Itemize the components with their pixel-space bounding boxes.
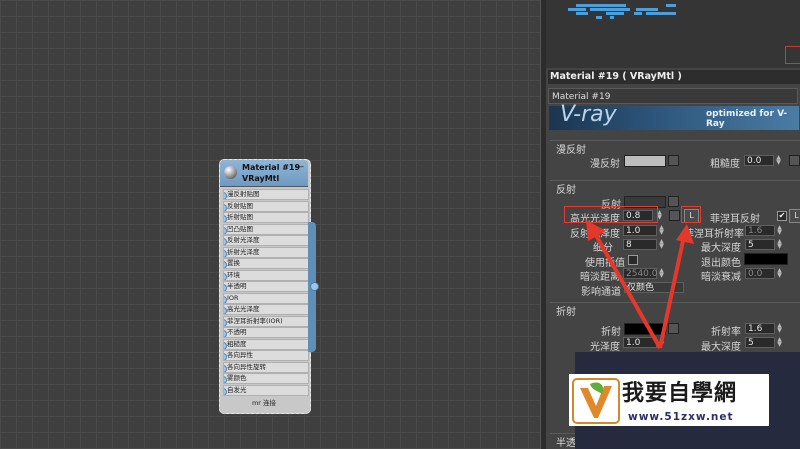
slot-label: 置换 — [227, 259, 240, 267]
node-slot[interactable]: IOR — [223, 292, 309, 304]
navigator-node-marker — [636, 8, 658, 11]
slot-label: IOR — [227, 293, 239, 302]
slot-input-socket[interactable] — [224, 330, 227, 337]
slot-label: 环境 — [227, 270, 240, 279]
slot-input-socket[interactable] — [224, 307, 227, 314]
slot-label: 折射光泽度 — [227, 247, 260, 256]
node-output-socket[interactable] — [310, 282, 319, 291]
navigator-node-marker — [576, 12, 588, 15]
section-reflection-title[interactable]: 反射 — [556, 181, 576, 196]
annotation-arrows — [586, 220, 694, 349]
arrow-head-right — [676, 224, 694, 244]
roughness-spinner[interactable]: ▲ ▼ — [775, 155, 782, 166]
diffuse-color-swatch[interactable] — [624, 155, 666, 167]
node-slot[interactable]: 粗糙度 — [223, 338, 309, 350]
node-slot[interactable]: 凹凸贴图 — [223, 223, 309, 235]
slot-input-socket[interactable] — [224, 376, 227, 383]
node-slot[interactable]: 环境 — [223, 269, 309, 281]
vray-logo: V-ray — [560, 102, 617, 127]
slot-input-socket[interactable] — [224, 238, 227, 245]
node-slot[interactable]: 折射贴图 — [223, 212, 309, 223]
slot-label: 漫反射贴图 — [227, 190, 260, 198]
roughness-field[interactable]: 0.0 — [744, 155, 774, 166]
node-slot[interactable]: 漫反射贴图 — [223, 189, 309, 200]
slot-label: 各向异性 — [227, 351, 253, 359]
navigator-view[interactable] — [546, 0, 800, 68]
node-slot[interactable]: 反射贴图 — [223, 200, 309, 212]
material-title-bar: Material #19 ( VRayMtl ) — [548, 70, 800, 84]
material-node[interactable]: Material #19 VRayMtl — mr 连接 漫反射贴图反射贴图折射… — [219, 159, 311, 414]
navigator-node-marker — [666, 4, 676, 7]
watermark-url: www.51zxw.net — [628, 411, 734, 423]
node-title: Material #19 — [242, 163, 301, 172]
navigator-node-marker — [634, 12, 642, 15]
node-header[interactable]: Material #19 VRayMtl — — [220, 160, 308, 187]
node-slot[interactable]: 菲涅耳折射率(IOR) — [223, 315, 309, 327]
slot-label: 反射光泽度 — [227, 236, 260, 244]
navigator-node-marker — [596, 16, 602, 19]
slot-input-socket[interactable] — [224, 192, 227, 199]
navigator-node-marker — [576, 4, 626, 7]
navigator-frame — [785, 46, 800, 64]
section-divider — [550, 180, 800, 181]
slot-label: 雾颜色 — [227, 374, 247, 382]
node-collapse-button[interactable]: — — [295, 162, 304, 172]
slot-label: 粗糙度 — [227, 339, 247, 348]
slot-input-socket[interactable] — [224, 261, 227, 268]
v-leaf-logo-icon — [572, 378, 620, 424]
node-slot[interactable]: 不透明 — [223, 327, 309, 338]
navigator-node-marker — [568, 8, 586, 11]
node-slot[interactable]: 自发光 — [223, 384, 309, 396]
node-slot[interactable]: 置换 — [223, 258, 309, 269]
slot-label: 折射贴图 — [227, 213, 253, 221]
slot-label: 凹凸贴图 — [227, 224, 253, 233]
slot-label: 自发光 — [227, 385, 247, 394]
navigator-node-marker — [646, 12, 676, 15]
roughness-map-button[interactable] — [789, 155, 800, 166]
arrow-line-left — [591, 229, 662, 349]
diffuse-map-button[interactable] — [668, 155, 679, 166]
node-slot[interactable]: 各向异性 — [223, 350, 309, 361]
diffuse-label: 漫反射 — [590, 159, 620, 170]
slot-label: 菲涅耳折射率(IOR) — [227, 316, 283, 325]
node-slot[interactable]: 反射光泽度 — [223, 235, 309, 246]
slot-input-socket[interactable] — [224, 284, 227, 291]
navigator-node-marker — [610, 16, 614, 19]
vray-tagline: optimized for V-Ray — [706, 109, 788, 129]
roughness-label: 粗糙度 — [710, 159, 740, 170]
section-diffuse-title[interactable]: 漫反射 — [556, 141, 586, 156]
slot-label: 半透明 — [227, 282, 247, 290]
node-slot[interactable]: 雾颜色 — [223, 373, 309, 384]
section-divider — [550, 140, 800, 141]
slot-input-socket[interactable] — [224, 215, 227, 222]
node-slot[interactable]: 半透明 — [223, 281, 309, 292]
slot-label: 反射贴图 — [227, 201, 253, 210]
slot-label: 不透明 — [227, 328, 247, 336]
node-slot[interactable]: 高光光泽度 — [223, 304, 309, 315]
node-footer: mr 连接 — [251, 399, 277, 407]
node-type: VRayMtl — [242, 174, 280, 183]
material-sphere-icon — [224, 166, 237, 179]
node-slot[interactable]: 各向异性旋转 — [223, 361, 309, 373]
watermark-text: 我要自學網 — [622, 381, 738, 406]
slot-label: 高光光泽度 — [227, 305, 260, 313]
slot-label: 各向异性旋转 — [227, 362, 266, 371]
navigator-node-marker — [606, 12, 624, 15]
navigator-node-marker — [590, 8, 630, 11]
node-slot[interactable]: 折射光泽度 — [223, 246, 309, 258]
arrow-line-right — [658, 235, 686, 349]
slot-input-socket[interactable] — [224, 353, 227, 360]
